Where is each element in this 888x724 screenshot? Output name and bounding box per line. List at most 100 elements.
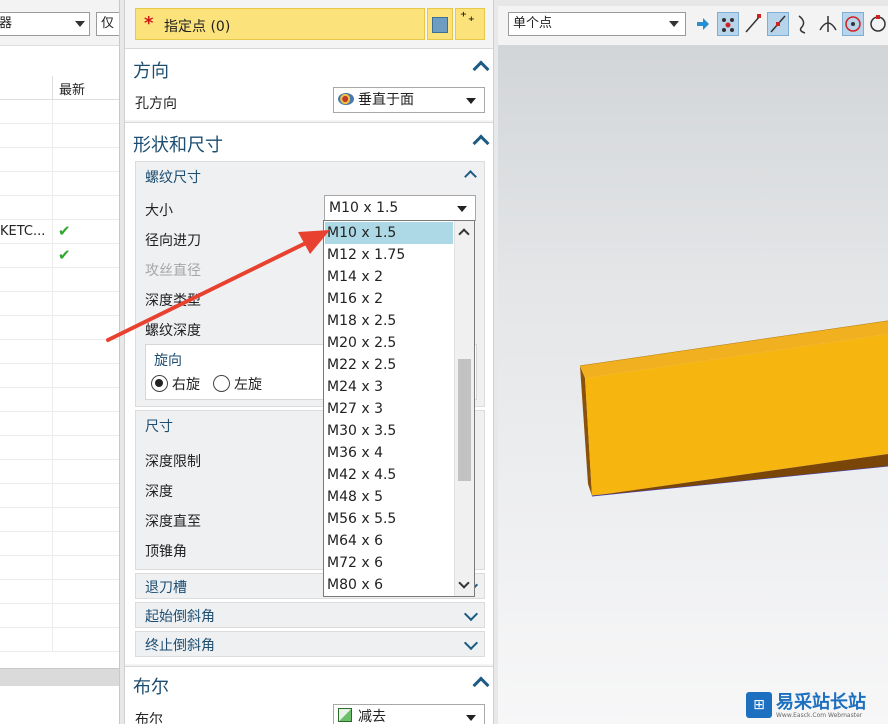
column-divider [52, 244, 53, 268]
navigator-filter-value: 器 [0, 16, 13, 31]
column-divider [52, 412, 53, 436]
hole-direction-dropdown[interactable]: 垂直于面 [333, 87, 485, 113]
column-divider [52, 580, 53, 604]
dimensions-title[interactable]: 尺寸 [145, 416, 173, 436]
navigator-row[interactable] [0, 580, 119, 604]
column-divider [52, 148, 53, 172]
column-divider [52, 100, 53, 124]
navigator-filter-dropdown-2[interactable]: 仅 [96, 12, 119, 36]
thread-size-title[interactable]: 螺纹尺寸 [145, 167, 201, 187]
column-divider[interactable] [52, 76, 53, 100]
left-hand-label[interactable]: 左旋 [234, 374, 262, 394]
navigator-row[interactable] [0, 508, 119, 532]
size-option[interactable]: M42 x 4.5 [325, 464, 453, 486]
checkmark-icon: ✔ [58, 246, 71, 264]
size-option[interactable]: M20 x 2.5 [325, 332, 453, 354]
navigator-row[interactable] [0, 172, 119, 196]
tip-angle-label: 顶锥角 [145, 544, 187, 560]
scroll-down-icon[interactable] [458, 577, 470, 589]
navigator-row[interactable] [0, 556, 119, 580]
expand-icon[interactable] [463, 635, 479, 651]
size-listbox[interactable]: M10 x 1.5 M12 x 1.75 M14 x 2 M16 x 2 M18 x 2… [323, 220, 475, 597]
navigator-row[interactable] [0, 364, 119, 388]
navigator-row[interactable] [0, 604, 119, 628]
start-chamfer-title[interactable]: 起始倒斜角 [145, 606, 215, 626]
collapse-icon[interactable] [472, 676, 490, 694]
size-option[interactable]: M36 x 4 [325, 442, 453, 464]
navigator-row[interactable] [0, 436, 119, 460]
navigator-row[interactable] [0, 100, 119, 124]
navigator-row[interactable] [0, 124, 119, 148]
size-option[interactable]: M14 x 2 [325, 266, 453, 288]
navigator-row[interactable] [0, 484, 119, 508]
boolean-title[interactable]: 布尔 [133, 673, 169, 699]
size-option[interactable]: M10 x 1.5 [325, 222, 453, 244]
watermark: ⊞ 易采站长站 Www.Easck.Com Webmaster [746, 688, 882, 722]
navigator-rows: KETC... ✔ ✔ [0, 100, 119, 652]
expand-icon[interactable] [463, 606, 479, 622]
navigator-horizontal-scrollbar[interactable] [0, 668, 119, 686]
relief-title[interactable]: 退刀槽 [145, 577, 187, 597]
navigator-row[interactable] [0, 292, 119, 316]
collapse-icon[interactable] [464, 170, 477, 183]
navigator-row[interactable] [0, 628, 119, 652]
point-dialog-button[interactable]: ⁺₊ [455, 8, 485, 40]
scroll-up-icon[interactable] [458, 228, 470, 240]
left-hand-radio[interactable] [213, 375, 230, 392]
navigator-row[interactable]: KETC... ✔ [0, 220, 119, 244]
navigator-row[interactable] [0, 340, 119, 364]
size-option[interactable]: M64 x 6 [325, 530, 453, 552]
size-option[interactable]: M56 x 5.5 [325, 508, 453, 530]
depth-to-label: 深度直至 [145, 514, 201, 530]
size-option[interactable]: M18 x 2.5 [325, 310, 453, 332]
size-option[interactable]: M12 x 1.75 [325, 244, 453, 266]
navigator-row-name: KETC... [0, 224, 46, 239]
specify-point-selector[interactable]: * 指定点 (0) [135, 8, 425, 40]
navigator-row[interactable]: ✔ [0, 244, 119, 268]
navigator-row[interactable] [0, 316, 119, 340]
size-option[interactable]: M24 x 3 [325, 376, 453, 398]
part-body[interactable] [498, 0, 888, 724]
boolean-dropdown[interactable]: 减去 [333, 704, 485, 724]
size-option[interactable]: M72 x 6 [325, 552, 453, 574]
column-latest-header[interactable]: 最新 [59, 79, 85, 98]
size-dropdown[interactable]: M10 x 1.5 [324, 195, 476, 221]
graphics-window[interactable]: 单个点 ⊞ 易采站长站 Www.Easck.Com Webmaster [498, 0, 888, 724]
navigator-row[interactable] [0, 196, 119, 220]
shape-size-title[interactable]: 形状和尺寸 [133, 131, 223, 157]
navigator-row[interactable] [0, 460, 119, 484]
sketch-section-button[interactable] [427, 8, 453, 40]
size-option[interactable]: M48 x 5 [325, 486, 453, 508]
navigator-row[interactable] [0, 148, 119, 172]
listbox-scrollbar[interactable] [454, 221, 474, 596]
size-option[interactable]: M30 x 3.5 [325, 420, 453, 442]
right-hand-radio[interactable] [151, 375, 168, 392]
rotation-title: 旋向 [154, 353, 182, 369]
size-option[interactable]: M80 x 6 [325, 574, 453, 596]
collapse-icon[interactable] [472, 60, 490, 78]
tap-drill-diameter-label: 攻丝直径 [145, 263, 201, 279]
direction-title[interactable]: 方向 [133, 57, 169, 83]
column-divider [52, 172, 53, 196]
end-chamfer-title[interactable]: 终止倒斜角 [145, 635, 215, 655]
column-divider [52, 388, 53, 412]
navigator-row[interactable] [0, 268, 119, 292]
navigator-toolbar: 器 仅 [0, 0, 119, 46]
radial-feed-label: 径向进刀 [145, 233, 201, 249]
size-option[interactable]: M16 x 2 [325, 288, 453, 310]
column-divider [52, 292, 53, 316]
start-chamfer-subsection[interactable]: 起始倒斜角 [135, 602, 485, 628]
end-chamfer-subsection[interactable]: 终止倒斜角 [135, 631, 485, 657]
navigator-row[interactable] [0, 412, 119, 436]
column-divider [52, 484, 53, 508]
size-option[interactable]: M27 x 3 [325, 398, 453, 420]
collapse-icon[interactable] [472, 134, 490, 152]
right-hand-label[interactable]: 右旋 [172, 374, 200, 394]
size-option[interactable]: M22 x 2.5 [325, 354, 453, 376]
navigator-row[interactable] [0, 532, 119, 556]
boolean-label: 布尔 [135, 712, 163, 724]
navigator-filter-dropdown[interactable]: 器 [0, 12, 90, 36]
scrollbar-thumb[interactable] [458, 359, 471, 481]
navigator-row[interactable] [0, 388, 119, 412]
subtract-icon [338, 708, 352, 722]
